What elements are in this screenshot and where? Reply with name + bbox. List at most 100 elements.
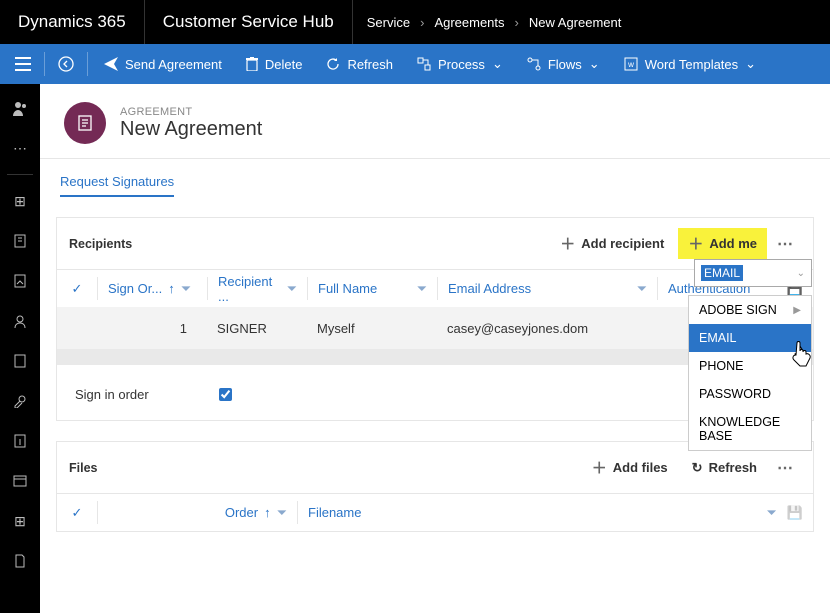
- nav-item[interactable]: [0, 461, 40, 501]
- more-icon[interactable]: ⋯: [771, 458, 801, 478]
- divider: [7, 174, 33, 175]
- flow-icon: [527, 57, 541, 71]
- cmd-label: Send Agreement: [125, 57, 222, 72]
- filter-icon[interactable]: ⏷: [417, 281, 427, 297]
- filter-icon[interactable]: ⏷: [766, 505, 776, 521]
- breadcrumb-item[interactable]: Agreements: [434, 15, 504, 30]
- page-title: New Agreement: [120, 118, 262, 141]
- send-agreement-button[interactable]: Send Agreement: [94, 44, 232, 84]
- nav-item[interactable]: [0, 261, 40, 301]
- plus-icon: ＋: [688, 233, 703, 254]
- chevron-down-icon: ⌄: [745, 56, 756, 72]
- auth-selected-value: EMAIL: [701, 265, 743, 281]
- column-filename[interactable]: Filename⏷: [297, 501, 787, 523]
- svg-text:w: w: [627, 60, 634, 69]
- agreement-icon: [76, 114, 94, 132]
- tab-bar: Request Signatures: [40, 159, 830, 197]
- nav-item[interactable]: ⊞: [0, 501, 40, 541]
- submenu-arrow-icon: ▶: [793, 305, 801, 316]
- brand-label[interactable]: Dynamics 365: [0, 0, 145, 44]
- filter-icon[interactable]: ⏷: [277, 505, 287, 521]
- process-icon: [417, 57, 431, 71]
- column-order[interactable]: Order↑⏷: [97, 501, 297, 523]
- nav-item[interactable]: ⊞: [0, 181, 40, 221]
- auth-option-email[interactable]: EMAIL: [689, 324, 811, 352]
- cell-order: 1: [97, 321, 207, 336]
- filter-icon[interactable]: ⏷: [287, 281, 297, 297]
- chevron-down-icon: ⌄: [589, 56, 600, 72]
- nav-item[interactable]: [0, 381, 40, 421]
- column-sign-order[interactable]: Sign Or...↑⏷: [97, 277, 207, 299]
- left-nav: ⋯ ⊞ ⊞: [0, 84, 40, 613]
- authentication-select[interactable]: EMAIL ⌄: [694, 259, 812, 287]
- section-title: Recipients: [69, 237, 132, 251]
- column-full-name[interactable]: Full Name⏷: [307, 277, 437, 299]
- sign-in-order-label: Sign in order: [75, 387, 149, 402]
- save-icon[interactable]: 💾: [787, 505, 813, 521]
- cmd-label: Flows: [548, 57, 582, 72]
- tab-request-signatures[interactable]: Request Signatures: [60, 174, 174, 197]
- more-icon[interactable]: ⋯: [771, 234, 801, 254]
- cell-fullname: Myself: [307, 321, 437, 336]
- column-email[interactable]: Email Address⏷: [437, 277, 657, 299]
- nav-item[interactable]: [0, 341, 40, 381]
- chevron-right-icon: ›: [515, 15, 519, 30]
- auth-option-knowledgebase[interactable]: KNOWLEDGE BASE: [689, 408, 811, 450]
- chevron-down-icon: ⌄: [492, 56, 503, 72]
- nav-item[interactable]: [0, 88, 40, 128]
- column-recipient-role[interactable]: Recipient ...⏷: [207, 277, 307, 299]
- auth-option-adobesign[interactable]: ADOBE SIGN▶: [689, 296, 811, 324]
- authentication-dropdown-menu: ADOBE SIGN▶ EMAIL PHONE PASSWORD KNOWLED…: [688, 295, 812, 451]
- record-header: AGREEMENT New Agreement: [40, 84, 830, 159]
- sort-asc-icon: ↑: [168, 281, 175, 296]
- checkmark-column[interactable]: ✓: [57, 277, 97, 299]
- process-button[interactable]: Process ⌄: [407, 44, 513, 84]
- hamburger-icon[interactable]: [8, 44, 38, 84]
- filter-icon[interactable]: ⏷: [637, 281, 647, 297]
- files-grid-header: ✓ Order↑⏷ Filename⏷ 💾: [57, 493, 813, 531]
- cmd-label: Refresh: [347, 57, 393, 72]
- plus-icon: ＋: [592, 457, 607, 478]
- nav-item[interactable]: [0, 221, 40, 261]
- chevron-down-icon: ⌄: [797, 268, 805, 279]
- back-icon[interactable]: [51, 44, 81, 84]
- cmd-label: Delete: [265, 57, 303, 72]
- refresh-files-button[interactable]: ↻Refresh: [682, 455, 767, 481]
- command-bar: Send Agreement Delete Refresh Process ⌄ …: [0, 44, 830, 84]
- checkmark-column[interactable]: ✓: [57, 501, 97, 523]
- auth-option-phone[interactable]: PHONE: [689, 352, 811, 380]
- nav-more-icon[interactable]: ⋯: [0, 128, 40, 168]
- app-name[interactable]: Customer Service Hub: [145, 0, 353, 44]
- plus-icon: ＋: [560, 233, 575, 254]
- send-icon: [104, 57, 118, 71]
- refresh-icon: [326, 57, 340, 71]
- nav-item[interactable]: [0, 421, 40, 461]
- cmd-label: Process: [438, 57, 485, 72]
- add-files-button[interactable]: ＋Add files: [582, 452, 678, 483]
- record-avatar: [64, 102, 106, 144]
- add-me-button[interactable]: ＋Add me: [678, 228, 767, 259]
- refresh-icon: ↻: [692, 460, 703, 476]
- breadcrumb-item[interactable]: Service: [367, 15, 410, 30]
- divider: [87, 52, 88, 76]
- section-title: Files: [69, 461, 98, 475]
- cell-role: SIGNER: [207, 321, 307, 336]
- entity-label: AGREEMENT: [120, 106, 262, 118]
- trash-icon: [246, 57, 258, 71]
- add-recipient-button[interactable]: ＋Add recipient: [550, 228, 674, 259]
- cmd-label: Word Templates: [645, 57, 738, 72]
- sign-in-order-checkbox[interactable]: [219, 388, 232, 401]
- nav-item[interactable]: [0, 541, 40, 581]
- breadcrumb-item[interactable]: New Agreement: [529, 15, 622, 30]
- breadcrumb: Service › Agreements › New Agreement: [353, 15, 636, 30]
- delete-button[interactable]: Delete: [236, 44, 313, 84]
- word-templates-button[interactable]: w Word Templates ⌄: [614, 44, 766, 84]
- filter-icon[interactable]: ⏷: [181, 281, 191, 297]
- flows-button[interactable]: Flows ⌄: [517, 44, 610, 84]
- cell-email: casey@caseyjones.dom: [437, 321, 657, 336]
- refresh-button[interactable]: Refresh: [316, 44, 403, 84]
- chevron-right-icon: ›: [420, 15, 424, 30]
- auth-option-password[interactable]: PASSWORD: [689, 380, 811, 408]
- nav-item[interactable]: [0, 301, 40, 341]
- word-icon: w: [624, 57, 638, 71]
